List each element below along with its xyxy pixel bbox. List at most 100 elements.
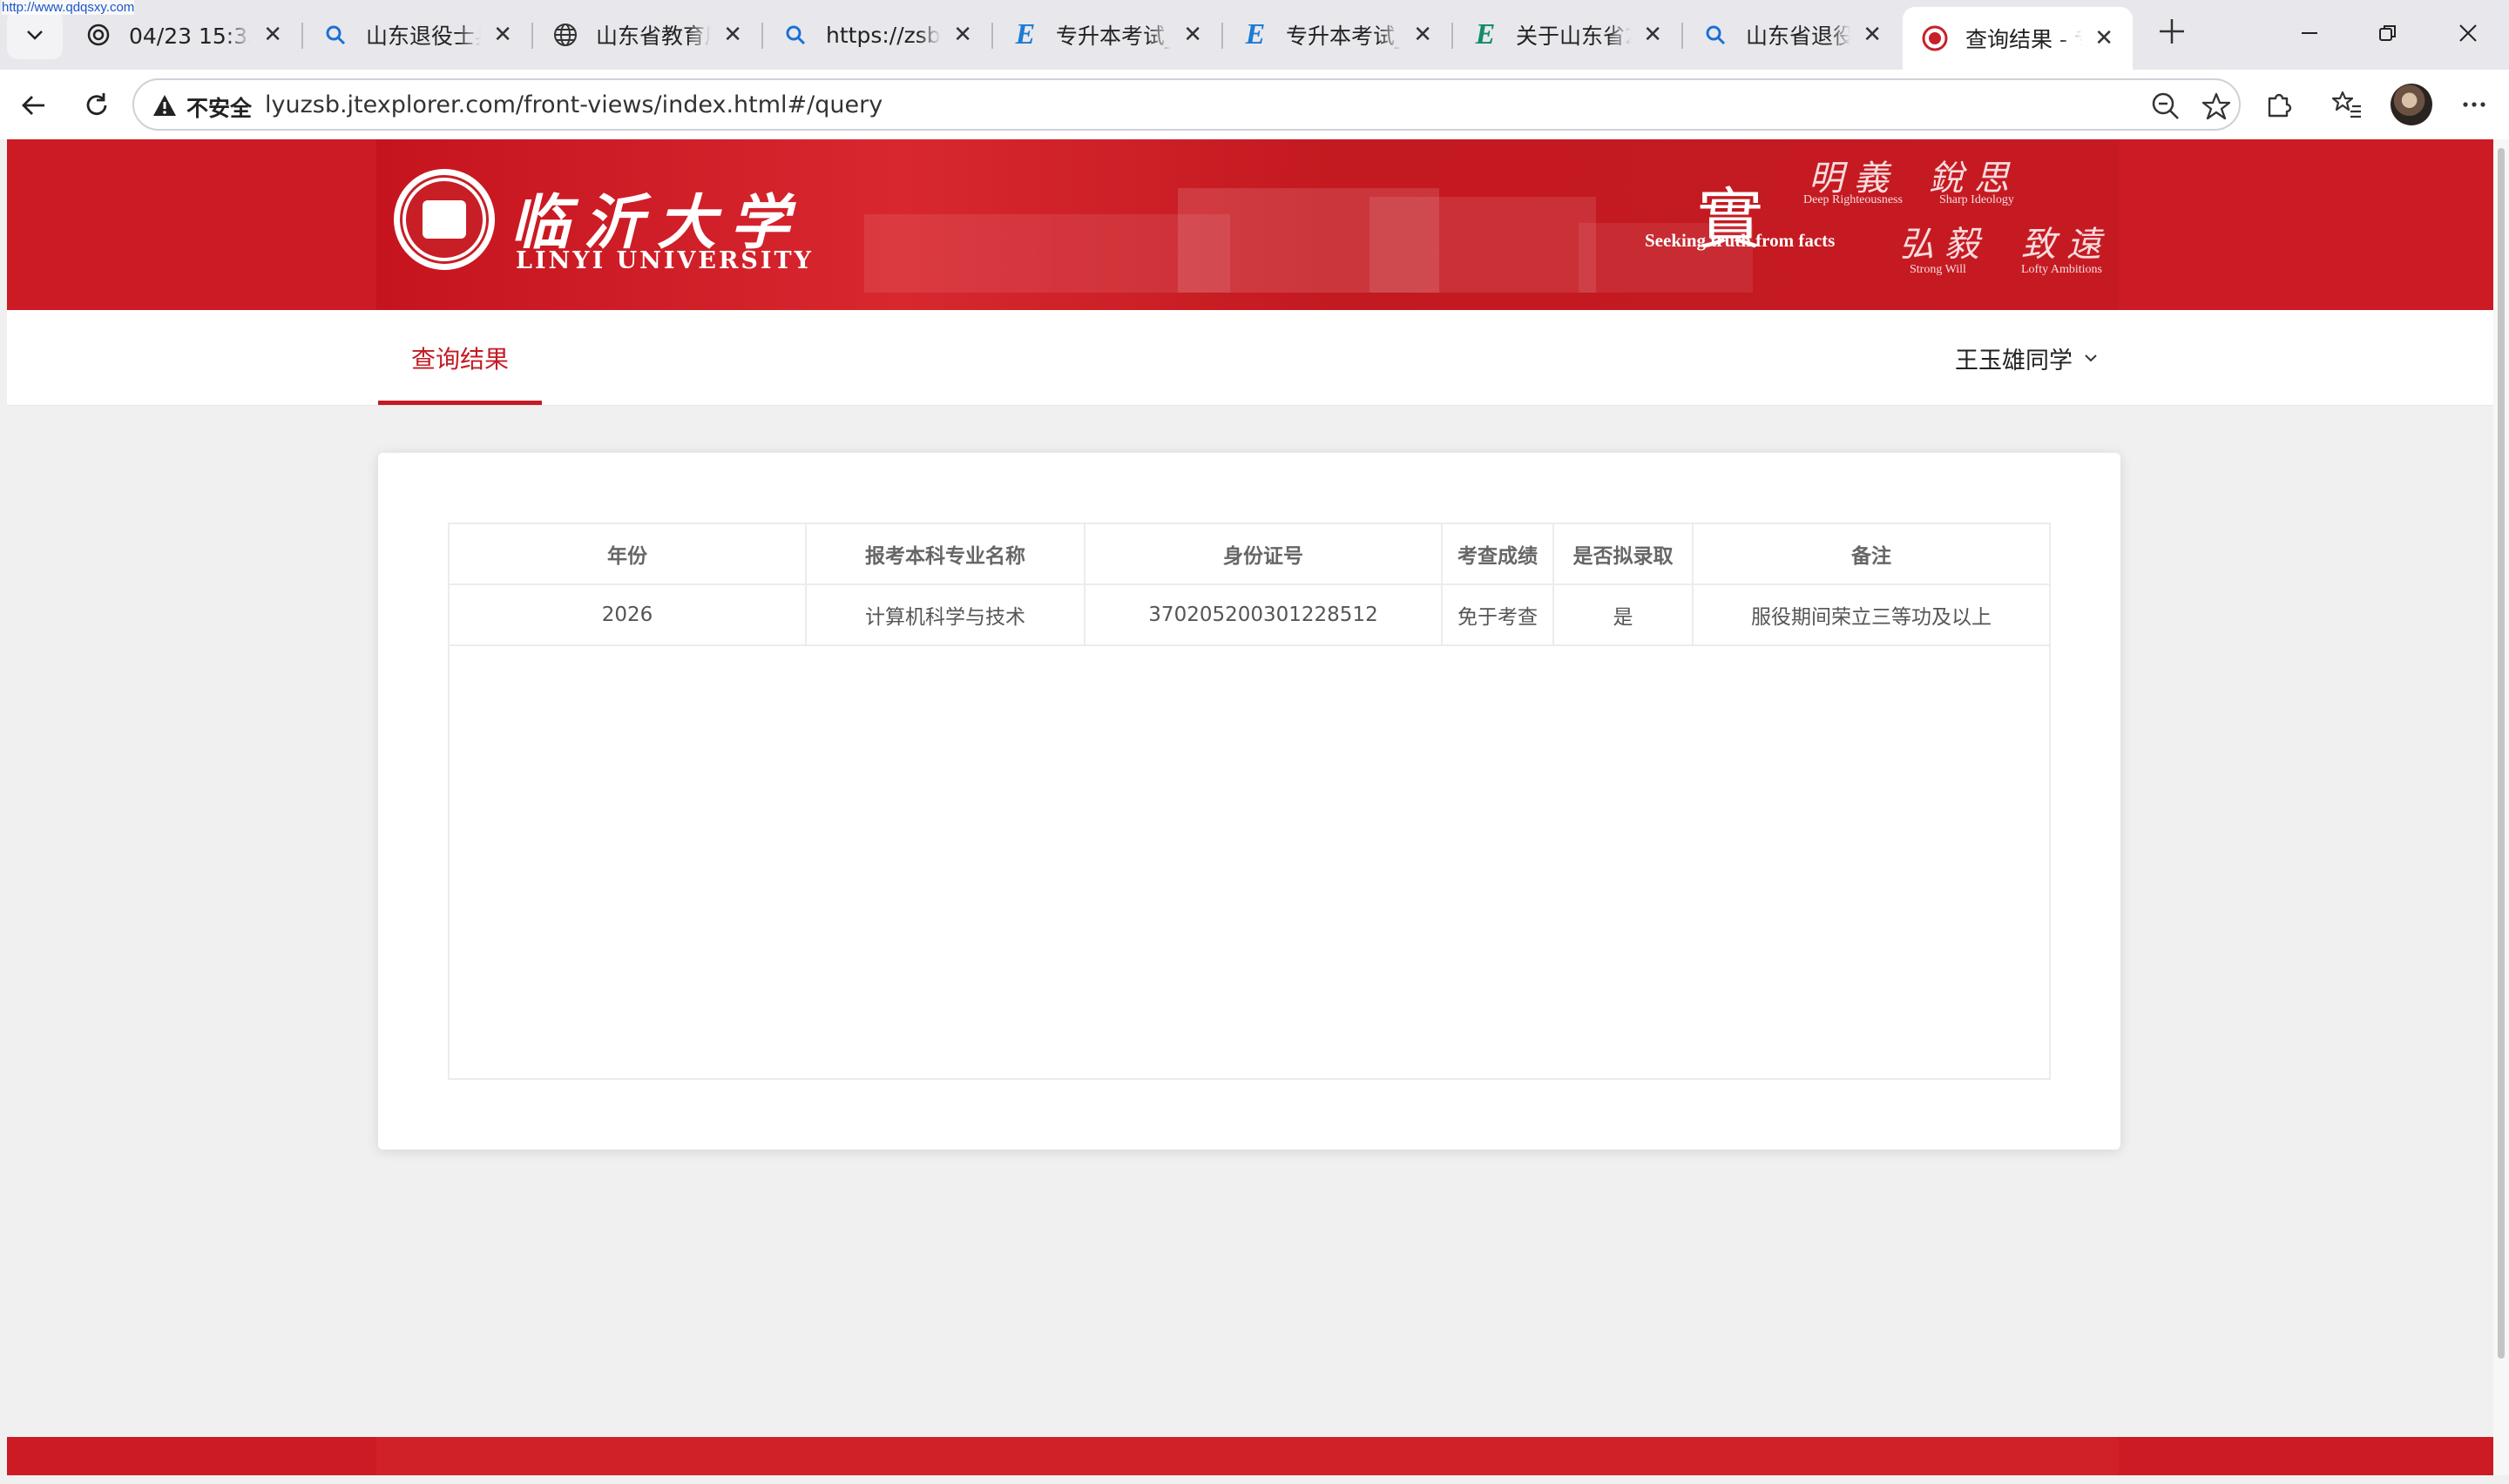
table-cell: 是 <box>1554 585 1694 644</box>
search-icon <box>1702 22 1728 48</box>
motto-item-en: Sharp Ideology <box>1939 193 2014 206</box>
building-silhouette <box>864 214 1230 293</box>
warning-icon <box>153 95 176 116</box>
table-cell: 2026 <box>450 585 807 644</box>
tab-5[interactable]: E 专升本考试_山 ✕ <box>1223 9 1451 61</box>
close-icon[interactable]: ✕ <box>1643 22 1662 48</box>
column-header: 是否拟录取 <box>1554 524 1694 583</box>
reload-button[interactable] <box>73 82 120 129</box>
tab-2[interactable]: 山东省教育厅 ✕ <box>533 9 761 61</box>
search-icon <box>782 22 808 48</box>
minimize-icon <box>2302 32 2317 34</box>
motto-item-en: Lofty Ambitions <box>2021 263 2102 276</box>
favorite-button[interactable] <box>2199 89 2234 124</box>
table-row: 2026 计算机科学与技术 370205200301228512 免于考查 是 … <box>450 585 2049 646</box>
close-icon[interactable]: ✕ <box>263 22 282 48</box>
page-viewport: 临沂大学 LINYI UNIVERSITY 實 Seeking truth fr… <box>7 139 2493 1475</box>
scrollbar-thumb[interactable] <box>2498 148 2505 1359</box>
column-header: 报考本科专业名称 <box>807 524 1085 583</box>
tab-title: 山东省退役军 <box>1746 24 1851 49</box>
tab-7[interactable]: 山东省退役军 ✕ <box>1683 9 1901 61</box>
close-icon[interactable]: ✕ <box>953 22 972 48</box>
close-icon[interactable]: ✕ <box>493 22 512 48</box>
university-seal-logo <box>394 169 495 270</box>
tab-title: 查询结果 - 专 <box>1965 27 2082 52</box>
footer-band <box>376 1437 2119 1475</box>
tab-8-active[interactable]: 查询结果 - 专 ✕ <box>1903 7 2133 70</box>
extensions-button[interactable] <box>2260 85 2298 124</box>
address-toolbar: 不安全 lyuzsb.jtexplorer.com/front-views/in… <box>0 70 2509 139</box>
tab-title: 04/23 15:35 报 <box>129 24 251 49</box>
globe-icon <box>552 22 578 48</box>
motto-item-en: Deep Righteousness <box>1803 193 1903 206</box>
close-icon[interactable]: ✕ <box>1183 22 1202 48</box>
more-horizontal-icon <box>2463 102 2485 107</box>
site-footer <box>7 1437 2493 1475</box>
building-silhouette <box>1369 197 1596 293</box>
tab-1[interactable]: 山东退役士兵专 ✕ <box>303 9 531 61</box>
close-icon[interactable]: ✕ <box>2094 25 2113 51</box>
university-name-en: LINYI UNIVERSITY <box>516 247 814 274</box>
user-menu[interactable]: 王玉雄同学 <box>1955 310 2100 406</box>
favorites-button[interactable] <box>2328 85 2366 124</box>
not-secure-label[interactable]: 不安全 <box>186 91 252 123</box>
column-header: 备注 <box>1851 545 1891 568</box>
tab-title: https://zsb.sdz <box>826 22 941 48</box>
table-cell: 370205200301228512 <box>1085 585 1443 644</box>
page-scrollbar[interactable] <box>2493 139 2509 1475</box>
close-icon[interactable]: ✕ <box>1863 22 1882 48</box>
tab-title: 专升本考试_山 <box>1056 24 1171 49</box>
tab-0[interactable]: 04/23 15:35 报 ✕ <box>66 9 301 61</box>
chevron-down-icon <box>27 30 43 40</box>
settings-menu-button[interactable] <box>2455 85 2493 124</box>
url-text[interactable]: lyuzsb.jtexplorer.com/front-views/index.… <box>265 91 883 118</box>
column-header: 考查成绩 <box>1443 524 1554 583</box>
motto-item-cn: 弘毅 <box>1899 225 1990 265</box>
tab-query-results[interactable]: 查询结果 <box>378 310 542 406</box>
motto-text-en: Seeking truth from facts <box>1645 230 1836 251</box>
table-cell: 计算机科学与技术 <box>807 585 1085 644</box>
tab-title: 山东省教育厅 <box>596 24 711 49</box>
close-window-button[interactable] <box>2429 16 2507 56</box>
motto-item-en: Strong Will <box>1910 263 1966 276</box>
openai-icon <box>85 22 112 48</box>
address-bar[interactable]: 不安全 lyuzsb.jtexplorer.com/front-views/in… <box>132 78 2241 131</box>
results-card: 年份 报考本科专业名称 身份证号 考查成绩 是否拟录取 备注 2026 计算机科… <box>378 453 2120 1150</box>
search-icon <box>322 22 348 48</box>
e-icon: E <box>1475 18 1496 51</box>
plus-icon <box>2160 19 2184 44</box>
zoom-out-icon <box>2152 92 2179 119</box>
tab-title: 关于山东省20 <box>1516 24 1631 49</box>
restore-button[interactable] <box>2349 16 2427 56</box>
e-icon: E <box>1015 18 1036 51</box>
tab-6[interactable]: E 关于山东省20 ✕ <box>1453 9 1681 61</box>
table-header-row: 年份 报考本科专业名称 身份证号 考查成绩 是否拟录取 备注 <box>450 524 2049 585</box>
zoom-out-button[interactable] <box>2148 89 2183 124</box>
chevron-down-icon <box>2085 354 2097 362</box>
restore-icon <box>2379 25 2396 41</box>
user-name: 王玉雄同学 <box>1955 347 2073 374</box>
minimize-button[interactable] <box>2270 16 2349 56</box>
motto-item-cn: 致遠 <box>2021 225 2112 265</box>
browser-tab-bar: 04/23 15:35 报 ✕ 山东退役士兵专 ✕ 山东省教育厅 ✕ https… <box>0 0 2509 70</box>
column-header: 年份 <box>450 524 807 583</box>
status-url: http://www.qdqsxy.com <box>2 0 135 15</box>
reload-icon <box>86 93 107 116</box>
site-nav: 查询结果 王玉雄同学 <box>7 310 2493 406</box>
tab-title: 山东退役士兵专 <box>366 24 481 49</box>
close-icon <box>2459 24 2477 42</box>
puzzle-icon <box>2268 93 2292 118</box>
tab-3[interactable]: https://zsb.sdz ✕ <box>763 9 991 61</box>
close-icon[interactable]: ✕ <box>723 22 742 48</box>
back-button[interactable] <box>10 82 57 129</box>
favorites-list-icon <box>2331 91 2361 118</box>
column-header: 身份证号 <box>1085 524 1443 583</box>
active-tab-indicator <box>378 401 542 405</box>
profile-avatar[interactable] <box>2391 84 2432 125</box>
tab-4[interactable]: E 专升本考试_山 ✕ <box>993 9 1221 61</box>
site-banner: 临沂大学 LINYI UNIVERSITY 實 Seeking truth fr… <box>7 139 2493 310</box>
close-icon[interactable]: ✕ <box>1413 22 1432 48</box>
e-icon: E <box>1245 18 1266 51</box>
tab-actions-menu-button[interactable] <box>7 10 63 59</box>
new-tab-button[interactable] <box>2150 14 2194 57</box>
